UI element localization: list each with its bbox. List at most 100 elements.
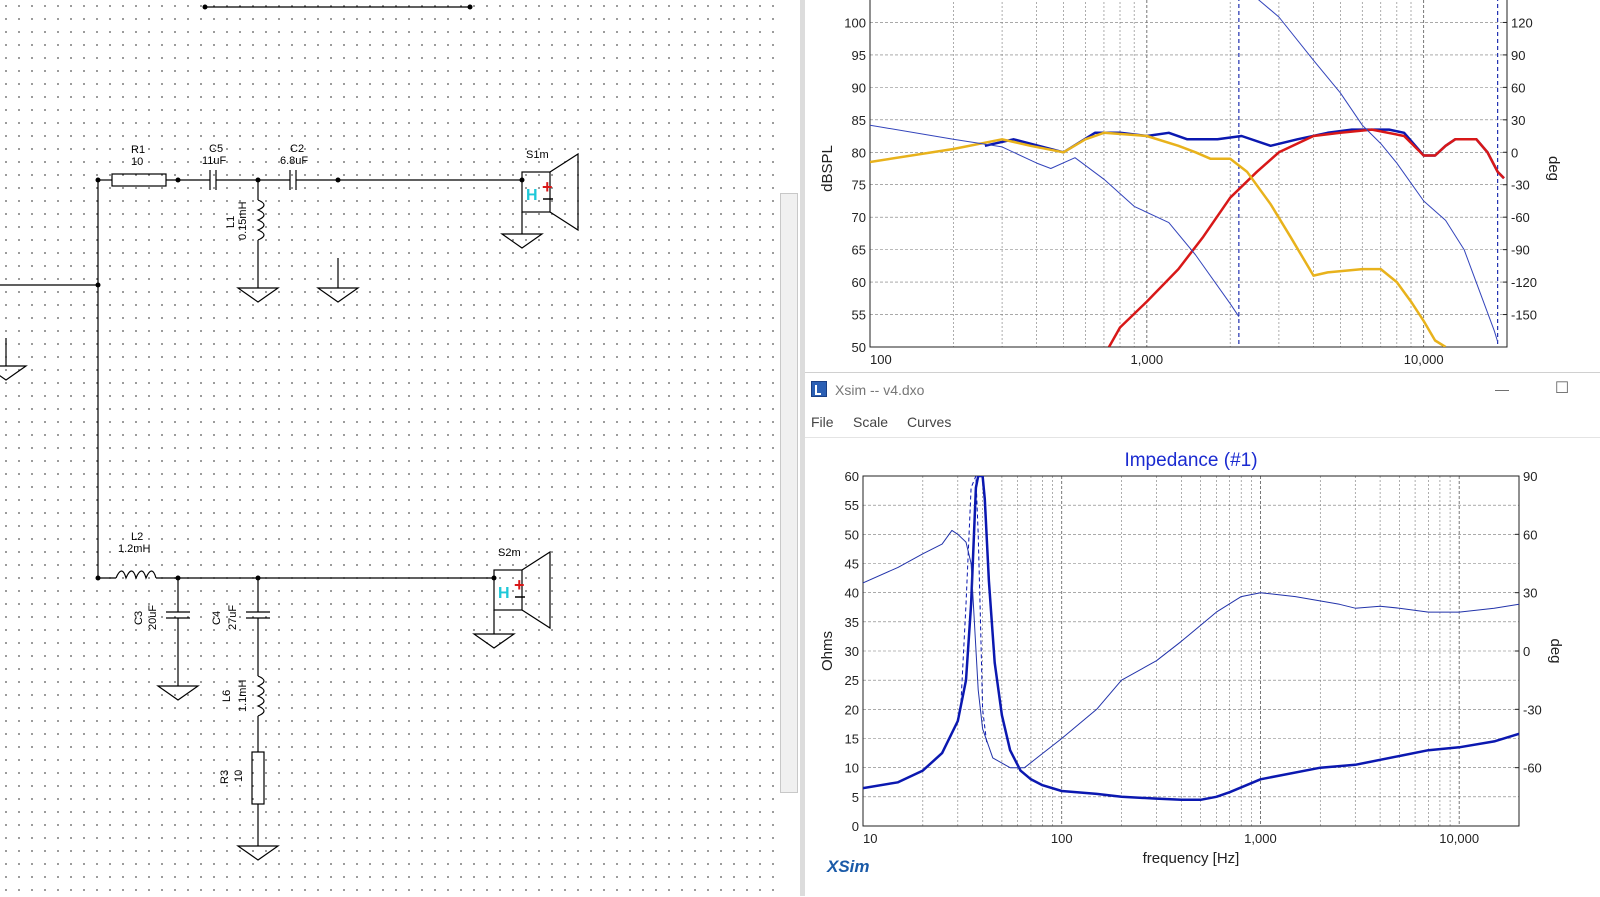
series-line-0 (863, 476, 1519, 802)
junction-dot (175, 177, 181, 183)
menu-file[interactable]: File (811, 414, 834, 430)
ground-symbol (236, 287, 280, 303)
label-l1-ref: L1 (225, 216, 237, 228)
schematic-canvas[interactable]: H + H + R1 10 C5 11uF C2 6.8uF L1 0.15mH… (0, 0, 800, 896)
speaker-s1m-h-label: H (526, 187, 538, 204)
y2-tick-label: 0 (1511, 145, 1518, 160)
series-line-2 (863, 529, 1519, 769)
x-tick-label: 1,000 (1131, 352, 1164, 367)
chart-title: Impedance (#1) (1124, 450, 1257, 471)
junction-dot (175, 575, 181, 581)
y-tick-label: 55 (845, 498, 859, 513)
y-tick-label: 60 (852, 275, 866, 290)
y2-tick-label: -30 (1523, 702, 1542, 717)
x-tick-label: 10,000 (1439, 831, 1479, 846)
x-axis-label: frequency [Hz] (1143, 850, 1240, 867)
y-tick-label: 10 (845, 761, 859, 776)
y-tick-label: 65 (852, 243, 866, 258)
x-tick-label: 1,000 (1244, 831, 1277, 846)
impedance-chart: 10 100 1,000 10,000 0 5 10 15 20 25 30 35 40 45 50 55 60… (819, 450, 1564, 867)
plot-frame (869, 0, 1508, 348)
vertical-scrollbar[interactable] (780, 193, 798, 793)
ground-symbol (0, 365, 28, 381)
label-r3-ref: R3 (219, 770, 231, 784)
label-r3-value: 10 (233, 770, 245, 782)
y2-tick-label: 0 (1523, 644, 1530, 659)
y-tick-label: 20 (845, 702, 859, 717)
schematic-drawing[interactable]: H + H + R1 10 C5 11uF C2 6.8uF L1 0.15mH… (0, 0, 800, 896)
menubar: File Scale Curves (805, 407, 1600, 438)
junction-dot (255, 575, 261, 581)
label-s2m-ref: S2m (498, 547, 521, 559)
series-line-2 (870, 131, 1447, 347)
y-tick-label: 5 (852, 790, 859, 805)
y-tick-label: 90 (852, 80, 866, 95)
y-tick-label: 60 (845, 469, 859, 484)
junction-dot (95, 575, 101, 581)
x-tick-label: 10 (863, 831, 877, 846)
y-tick-label: 55 (852, 308, 866, 323)
y2-tick-label: 90 (1511, 48, 1525, 63)
inductor-l6[interactable] (256, 675, 265, 717)
label-c2-value: 6.8uF (280, 155, 308, 167)
speaker-s2m-h-label: H (498, 585, 510, 602)
y-tick-label: 45 (845, 557, 859, 572)
menu-scale[interactable]: Scale (853, 414, 888, 430)
y2-tick-label: -150 (1511, 308, 1537, 323)
y-tick-label: 95 (852, 48, 866, 63)
y-tick-label: 40 (845, 586, 859, 601)
menu-curves[interactable]: Curves (907, 414, 951, 430)
x-tick-label: 10,000 (1404, 352, 1444, 367)
y-tick-label: 85 (852, 113, 866, 128)
xsim-app-icon (811, 381, 827, 397)
label-r1-value: 10 (131, 156, 143, 168)
junction-dot (95, 282, 101, 288)
y-tick-label: 50 (845, 527, 859, 542)
y2-tick-label: -90 (1511, 243, 1530, 258)
junction-dot (491, 575, 497, 581)
y-tick-label: 15 (845, 732, 859, 747)
junction-dot (467, 4, 473, 10)
y2-tick-label: -30 (1511, 178, 1530, 193)
xsim-window: Xsim -- v4.dxo — ☐ File Scale Curves 10 1… (805, 372, 1600, 897)
resistor-r3[interactable] (251, 751, 265, 805)
y2-tick-label: -120 (1511, 275, 1537, 290)
series-line-4 (1258, 0, 1499, 342)
label-c4-ref: C4 (211, 611, 223, 625)
label-c3-value: 20uF (147, 605, 159, 630)
junction-dot (95, 177, 101, 183)
y-tick-label: 75 (852, 178, 866, 193)
y2-tick-label: 30 (1523, 586, 1537, 601)
y2-tick-label: 90 (1523, 469, 1537, 484)
minimize-button[interactable]: — (1490, 377, 1514, 401)
y2-tick-label: -60 (1523, 761, 1542, 776)
inductor-l2[interactable] (115, 570, 157, 580)
label-r1-ref: R1 (131, 144, 145, 156)
inductor-l1[interactable] (256, 199, 265, 241)
ground-symbol (156, 685, 200, 701)
window-titlebar[interactable]: Xsim -- v4.dxo — ☐ (805, 373, 1600, 407)
speaker-s2m[interactable] (472, 550, 551, 649)
ground-symbol (236, 845, 280, 861)
y-axis-label: dBSPL (819, 145, 836, 192)
label-c5-value: 11uF (202, 155, 227, 167)
y-tick-label: 70 (852, 210, 866, 225)
y-tick-label: 50 (852, 340, 866, 355)
label-c3-ref: C3 (133, 611, 145, 625)
y-tick-label: 0 (852, 819, 859, 834)
window-title: Xsim -- v4.dxo (835, 382, 925, 398)
label-l6-value: 1.1mH (237, 680, 249, 712)
y2-tick-label: 60 (1511, 80, 1525, 95)
label-c4-value: 27uF (227, 605, 239, 630)
y-tick-label: 30 (845, 644, 859, 659)
y-tick-label: 80 (852, 145, 866, 160)
resistor-r1[interactable] (111, 173, 167, 187)
x-tick-label: 100 (1051, 831, 1073, 846)
y2-axis-label: deg (1547, 638, 1564, 663)
speaker-s1m-plus: + (542, 177, 553, 197)
maximize-button[interactable]: ☐ (1550, 377, 1574, 401)
junction-dot (202, 4, 208, 10)
speaker-s1m[interactable] (500, 152, 579, 249)
y-tick-label: 35 (845, 615, 859, 630)
y2-axis-label: deg (1545, 156, 1562, 181)
